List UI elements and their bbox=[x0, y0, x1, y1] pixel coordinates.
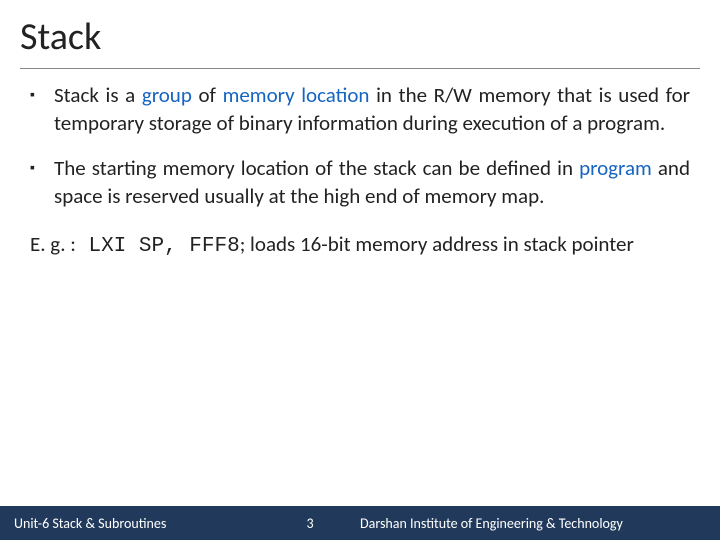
example-line: E. g. : LXI SP, FFF8; loads 16-bit memor… bbox=[30, 226, 690, 261]
highlight-word: memory location bbox=[223, 82, 370, 108]
footer-institute: Darshan Institute of Engineering & Techn… bbox=[340, 515, 720, 532]
slide: Stack ▪ Stack is a group of memory locat… bbox=[0, 0, 720, 540]
text-segment: Stack is a bbox=[54, 82, 142, 108]
footer-bar: Unit-6 Stack & Subroutines 3 Darshan Ins… bbox=[0, 506, 720, 540]
highlight-word: program bbox=[579, 155, 652, 181]
page-title: Stack bbox=[0, 0, 720, 68]
footer-unit: Unit-6 Stack & Subroutines bbox=[0, 515, 280, 532]
example-suffix: ; loads 16-bit memory address in stack p… bbox=[240, 231, 634, 257]
bullet-marker-icon: ▪ bbox=[30, 81, 54, 138]
example-code: LXI SP, FFF8 bbox=[76, 235, 240, 258]
bullet-item: ▪ Stack is a group of memory location in… bbox=[30, 81, 690, 138]
text-segment: The starting memory location of the stac… bbox=[54, 155, 579, 181]
bullet-item: ▪ The starting memory location of the st… bbox=[30, 154, 690, 211]
bullet-marker-icon: ▪ bbox=[30, 154, 54, 211]
example-prefix: E. g. : bbox=[30, 231, 76, 257]
bullet-text: Stack is a group of memory location in t… bbox=[54, 81, 690, 138]
bullet-text: The starting memory location of the stac… bbox=[54, 154, 690, 211]
content-area: ▪ Stack is a group of memory location in… bbox=[0, 69, 720, 262]
footer-page-number: 3 bbox=[280, 515, 340, 532]
highlight-word: group bbox=[142, 82, 192, 108]
text-segment: of bbox=[192, 82, 223, 108]
